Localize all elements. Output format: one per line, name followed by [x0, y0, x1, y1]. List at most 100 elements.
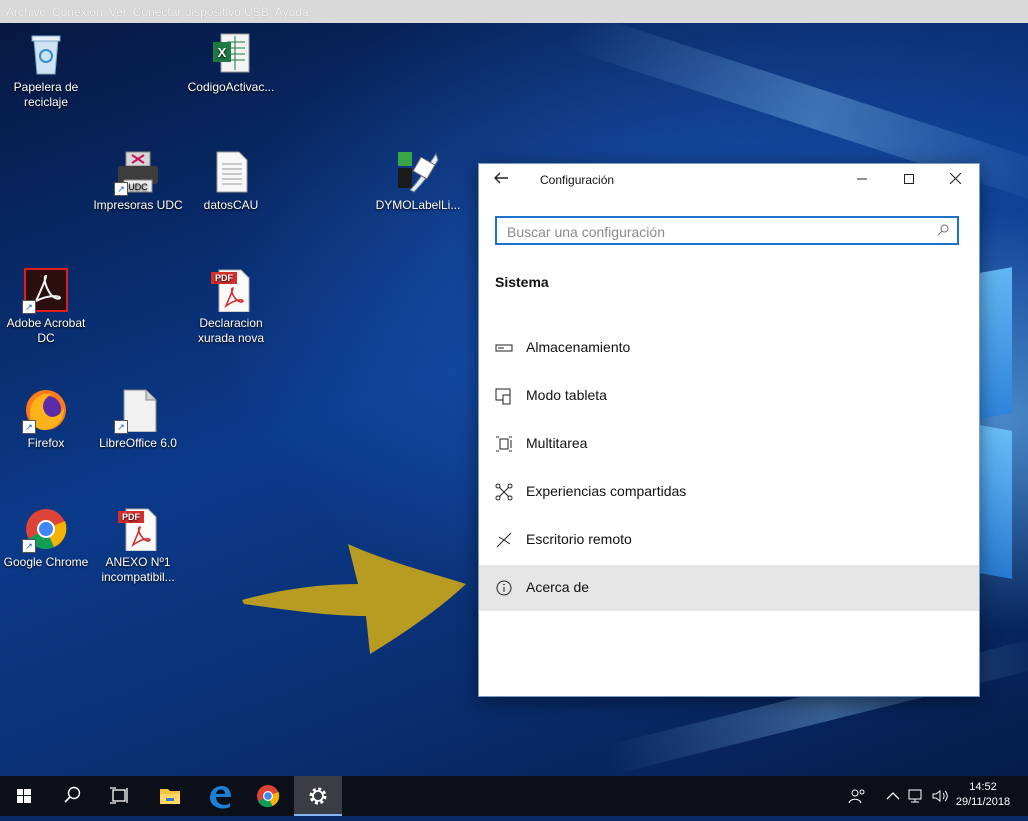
storage-icon — [495, 344, 513, 352]
desktop-icon-label: Declaracion xurada nova — [197, 316, 265, 345]
nav-item-modo-tableta[interactable]: Modo tableta — [479, 373, 979, 419]
text-file-icon — [209, 150, 253, 194]
gear-icon — [309, 787, 327, 805]
nav-item-label: Escritorio remoto — [526, 531, 632, 547]
windows-start-icon — [17, 789, 31, 803]
desktop-icon-label: Papelera de reciclaje — [13, 80, 79, 109]
recycle-bin-icon — [24, 32, 68, 76]
search-icon[interactable] — [937, 224, 949, 236]
search-box[interactable] — [495, 216, 959, 245]
nav-item-label: Acerca de — [526, 579, 590, 595]
tablet-mode-icon — [495, 388, 511, 405]
close-button[interactable] — [932, 166, 978, 194]
windows-logo-pane — [980, 267, 1012, 419]
menu-ver[interactable]: Ver — [109, 5, 127, 19]
people-icon[interactable] — [848, 788, 866, 804]
nav-item-almacenamiento[interactable]: Almacenamiento — [479, 325, 979, 371]
settings-window: Configuración Sistema Almacenamiento Mod… — [478, 163, 980, 697]
start-button[interactable] — [0, 776, 48, 816]
desktop-icon-label: Firefox — [27, 436, 65, 450]
pdf-file-icon: PDF — [116, 507, 160, 552]
desktop-icon-firefox[interactable]: ↗ Firefox — [0, 388, 92, 451]
section-title: Sistema — [495, 274, 549, 290]
task-view-button[interactable] — [96, 776, 144, 816]
menu-archivo[interactable]: Archivo — [6, 5, 46, 19]
volume-icon[interactable] — [931, 788, 949, 804]
firefox-icon: ↗ — [22, 388, 68, 434]
desktop-icon-anexo[interactable]: PDF ANEXO Nº1 incompatibil... — [92, 507, 184, 585]
nav-item-label: Modo tableta — [526, 387, 607, 403]
nav-item-escritorio-remoto[interactable]: Escritorio remoto — [479, 517, 979, 563]
desktop-icon-label: CodigoActivac... — [187, 80, 275, 94]
dymo-label-icon — [396, 150, 440, 194]
desktop-icon-google-chrome[interactable]: ↗ Google Chrome — [0, 507, 92, 570]
window-title: Configuración — [540, 173, 615, 187]
printer-icon: UDC ↗ — [114, 150, 160, 196]
nav-item-label: Almacenamiento — [526, 339, 631, 355]
info-icon — [496, 580, 512, 596]
desktop-icon-recycle-bin[interactable]: Papelera de reciclaje — [0, 32, 92, 110]
search-icon — [64, 786, 81, 803]
back-arrow-icon — [494, 172, 508, 184]
shortcut-arrow-icon: ↗ — [22, 539, 36, 553]
menu-ayuda[interactable]: Ayuda — [275, 5, 309, 19]
remote-desktop-icon — [496, 532, 512, 548]
clock-date: 29/11/2018 — [955, 796, 1011, 808]
desktop-icon-impresoras-udc[interactable]: UDC ↗ Impresoras UDC — [92, 150, 184, 213]
desktop-icon-datoscau[interactable]: datosCAU — [185, 150, 277, 213]
desktop-icon-label: DYMOLabelLi... — [375, 198, 461, 212]
svg-text:PDF: PDF — [122, 512, 141, 522]
menu-conexion[interactable]: Conexión — [52, 5, 103, 19]
desktop-icon-label: LibreOffice 6.0 — [99, 436, 177, 450]
chrome-icon: ↗ — [22, 507, 68, 553]
close-icon — [949, 172, 961, 185]
libreoffice-icon: ↗ — [114, 388, 160, 434]
desktop-icon-label: datosCAU — [203, 198, 259, 212]
search-input[interactable] — [505, 222, 929, 242]
desktop-icon-libreoffice[interactable]: ↗ LibreOffice 6.0 — [92, 388, 184, 451]
pdf-file-icon: PDF — [209, 268, 253, 313]
svg-text:UDC: UDC — [128, 182, 148, 192]
file-explorer-icon — [160, 789, 180, 804]
taskbar: 14:52 29/11/2018 — [0, 776, 1028, 816]
nav-item-experiencias-compartidas[interactable]: Experiencias compartidas — [479, 469, 979, 515]
edge-button[interactable] — [196, 776, 244, 816]
desktop-icon-label: Impresoras UDC — [93, 198, 183, 212]
acrobat-icon: ↗ — [22, 268, 68, 314]
desktop-icon-dymolabel[interactable]: DYMOLabelLi... — [372, 150, 464, 213]
shared-experiences-icon — [495, 483, 513, 501]
excel-file-icon: X — [209, 32, 253, 76]
maximize-icon — [904, 174, 914, 184]
desktop-icon-label: Adobe Acrobat DC — [6, 316, 86, 345]
maximize-button[interactable] — [886, 166, 932, 194]
search-taskbar-button[interactable] — [48, 776, 96, 816]
back-button[interactable] — [493, 170, 513, 190]
taskbar-clock[interactable]: 14:52 29/11/2018 — [948, 780, 1018, 810]
edge-icon — [210, 786, 231, 809]
network-icon[interactable] — [907, 788, 925, 804]
clock-time: 14:52 — [969, 781, 997, 793]
menu-conectar-usb[interactable]: Conectar dispositivo USB — [133, 5, 269, 19]
desktop-icon-declaracion[interactable]: PDF Declaracion xurada nova — [185, 268, 277, 346]
multitasking-icon — [496, 436, 512, 452]
nav-item-label: Multitarea — [526, 435, 588, 451]
task-view-icon — [110, 787, 128, 804]
chrome-icon — [257, 785, 280, 808]
nav-item-acerca-de[interactable]: Acerca de — [479, 565, 979, 611]
shortcut-arrow-icon: ↗ — [114, 420, 128, 434]
minimize-button[interactable] — [839, 166, 885, 194]
desktop-icon-label: Google Chrome — [3, 555, 89, 569]
settings-taskbar-button[interactable] — [294, 776, 342, 816]
shortcut-arrow-icon: ↗ — [22, 420, 36, 434]
svg-text:X: X — [218, 45, 227, 60]
desktop-icon-codigoactivac[interactable]: X CodigoActivac... — [185, 32, 277, 95]
settings-titlebar: Configuración — [479, 164, 979, 196]
vm-menu-bar: Archivo Conexión Ver Conectar dispositiv… — [0, 0, 1028, 23]
file-explorer-button[interactable] — [146, 776, 194, 816]
desktop-icon-adobe-acrobat[interactable]: ↗ Adobe Acrobat DC — [0, 268, 92, 346]
nav-item-multitarea[interactable]: Multitarea — [479, 421, 979, 467]
windows-logo-pane — [980, 425, 1012, 579]
chevron-up-icon[interactable] — [884, 788, 902, 804]
chrome-taskbar-button[interactable] — [244, 776, 292, 816]
svg-text:PDF: PDF — [215, 273, 234, 283]
